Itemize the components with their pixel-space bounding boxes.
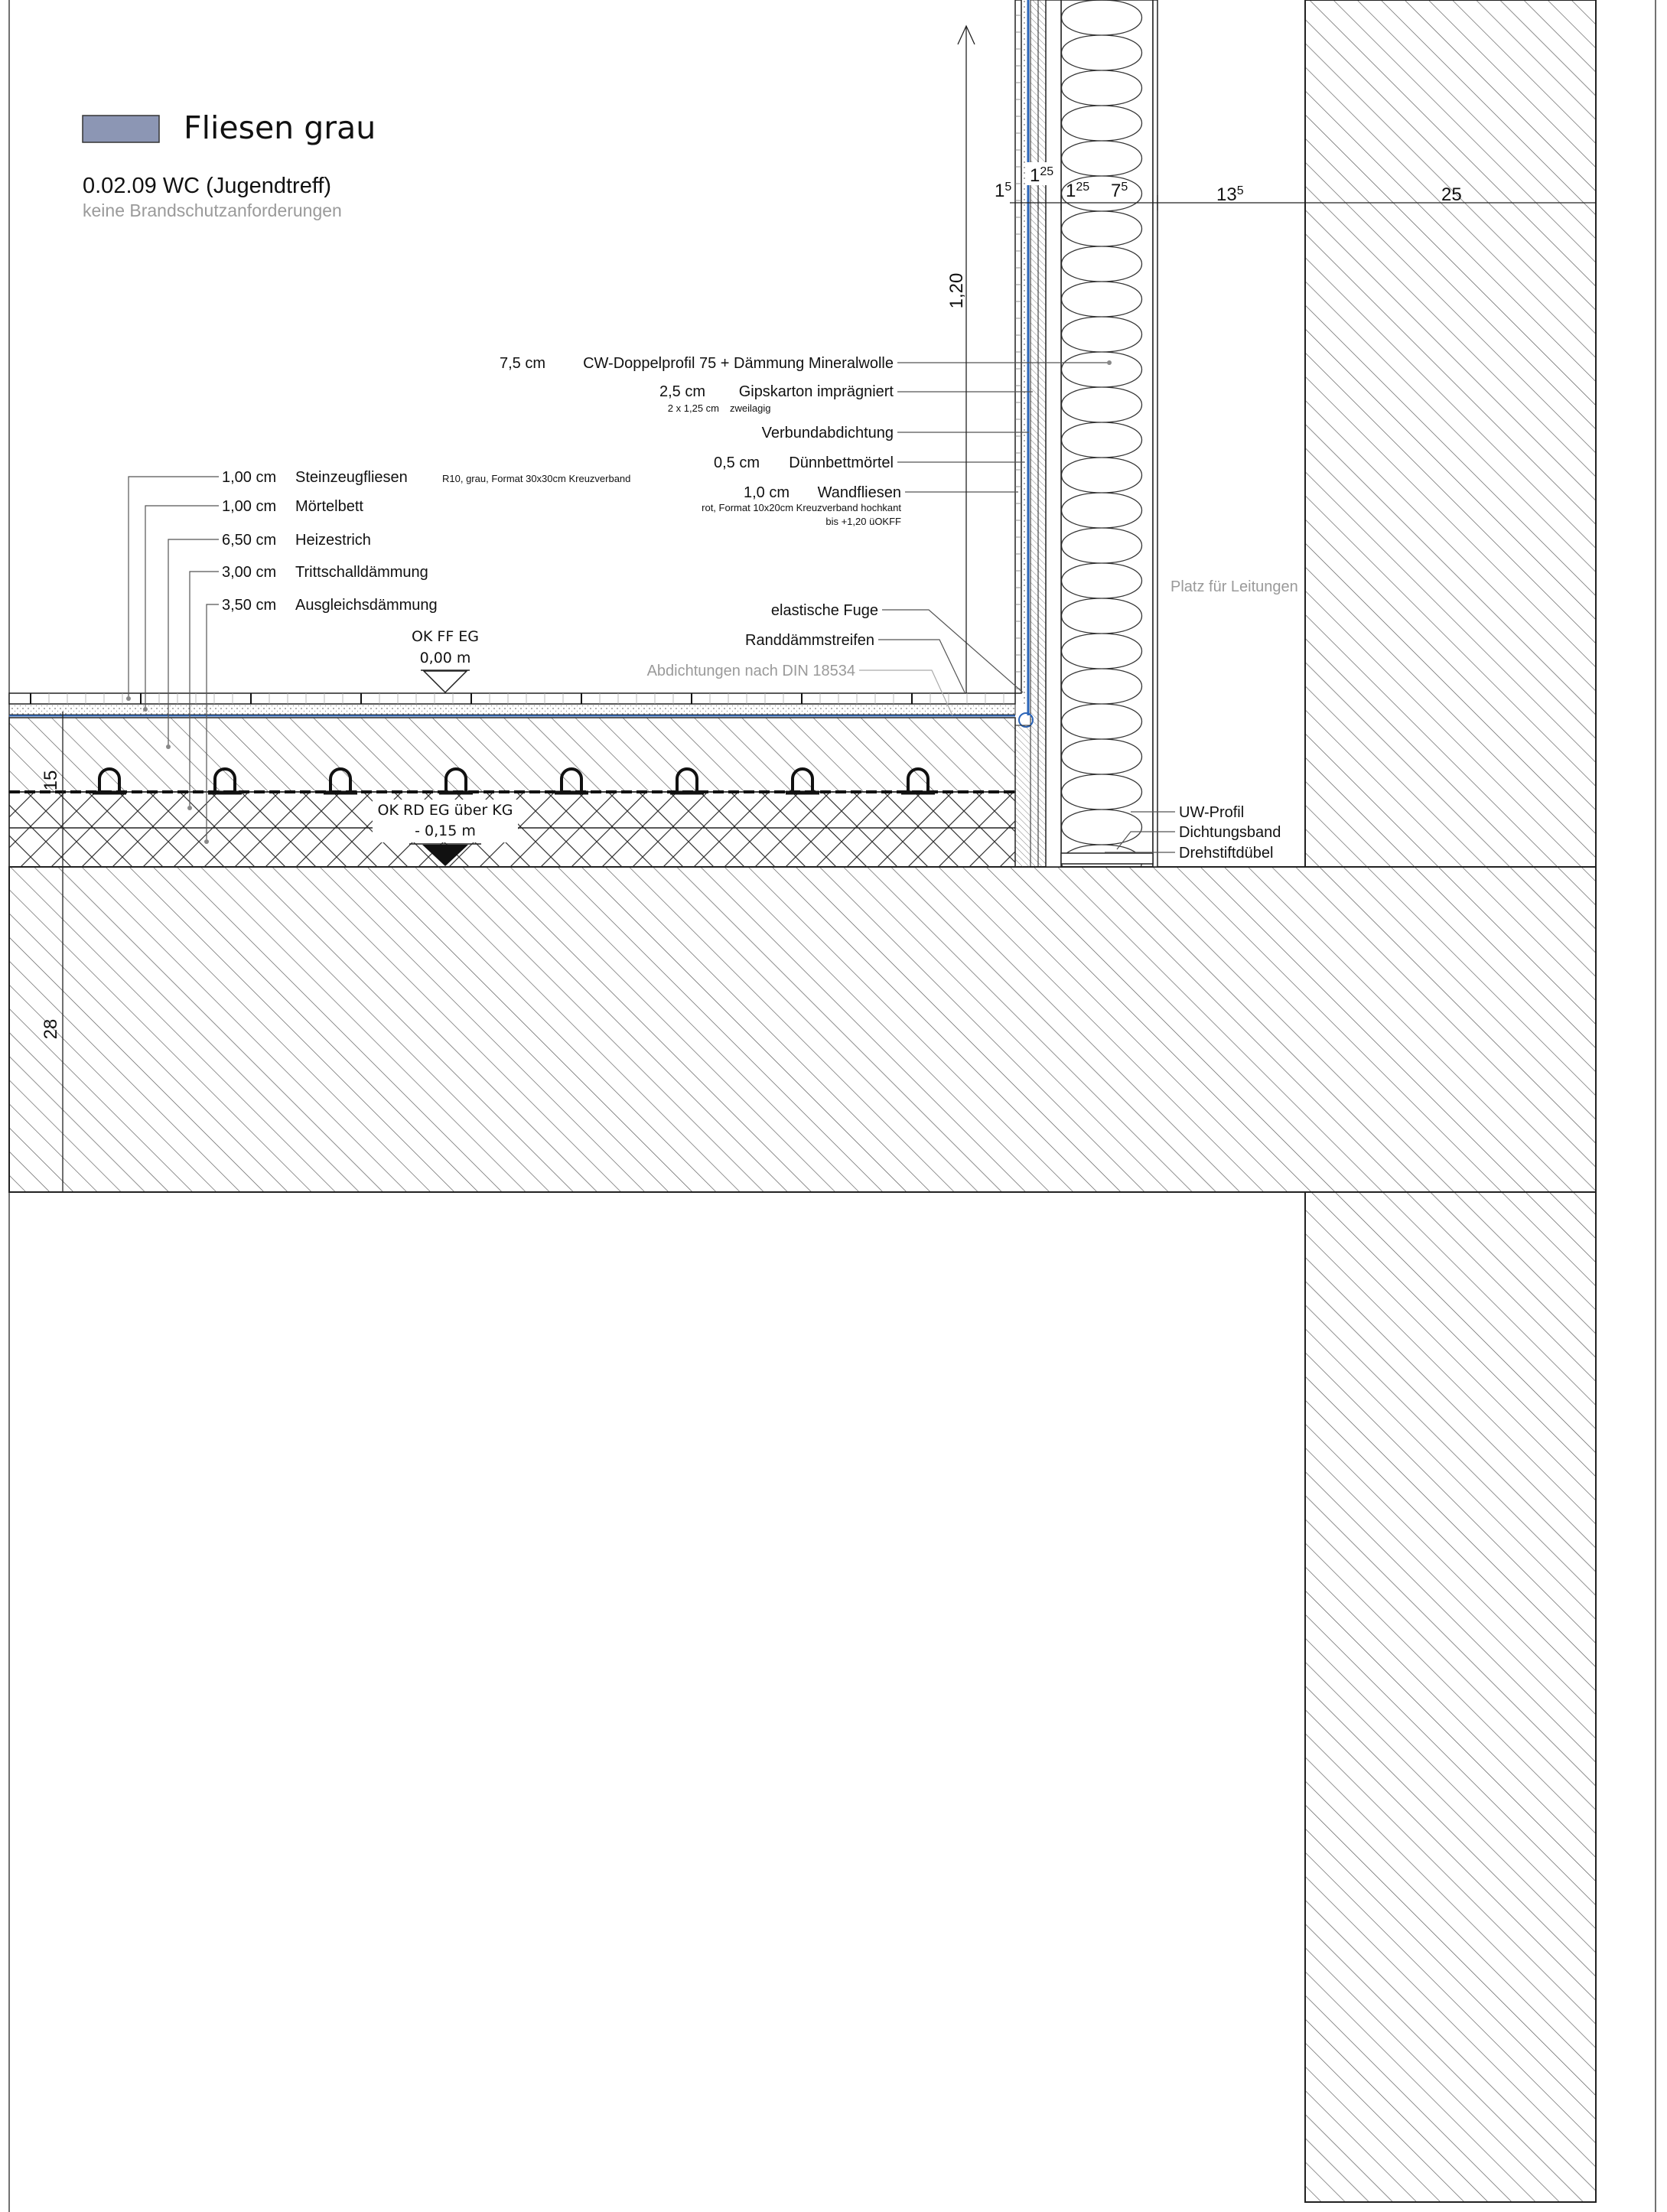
elastic-joint-label: elastische Fuge	[771, 602, 878, 619]
base-part-sealing-tape: Dichtungsband	[1179, 824, 1281, 841]
gypsum-thickness: 2,5 cm	[659, 383, 705, 400]
legend-swatch	[82, 115, 160, 143]
dim-w5: 13	[1216, 184, 1237, 205]
wall-tiles-note-a: rot, Format 10x20cm Kreuzverband hochkan…	[702, 502, 901, 513]
mortar-thickness: 0,5 cm	[714, 454, 760, 471]
dim-w6: 25	[1441, 184, 1462, 205]
dim-w1-sup: 5	[1004, 181, 1011, 194]
gypsum-name: Gipskarton imprägniert	[739, 383, 894, 400]
floor-layer-2-name: Mörtelbett	[295, 498, 363, 515]
floor-layer-4-thickness: 3,00 cm	[222, 564, 276, 581]
gypsum-note-b: zweilagig	[730, 402, 770, 414]
base-part-uw-profile: UW-Profil	[1179, 804, 1244, 821]
dim-w4-sup: 5	[1121, 181, 1128, 194]
drywall	[1014, 0, 1158, 868]
dim-w2: 1	[1030, 165, 1040, 186]
dim-slab: 28	[41, 1019, 61, 1040]
wall-tiles-thickness: 1,0 cm	[744, 484, 790, 501]
construction-detail-drawing: Fliesen grau 0.02.09 WC (Jugendtreff) ke…	[8, 0, 1656, 2212]
dim-floor-buildup: 15	[41, 770, 61, 791]
cw-profile-name: CW-Doppelprofil 75 + Dämmung Mineralwoll…	[583, 355, 894, 372]
mortar-name: Dünnbettmörtel	[789, 454, 894, 471]
room-subtitle: keine Brandschutzanforderungen	[83, 200, 342, 220]
edge-strip-label: Randdämmstreifen	[745, 632, 874, 649]
dim-w1: 1	[995, 181, 1004, 201]
din-note-label: Abdichtungen nach DIN 18534	[647, 663, 855, 679]
dim-w5-sup: 5	[1237, 184, 1244, 197]
floor-layer-1-note: R10, grau, Format 30x30cm Kreuzverband	[442, 473, 630, 484]
level-rd-value: - 0,15 m	[415, 823, 476, 839]
cw-profile-thickness: 7,5 cm	[500, 355, 545, 372]
dim-w3-sup: 25	[1076, 181, 1089, 194]
wall-tiles-note-b: bis +1,20 üOKFF	[825, 516, 901, 527]
floor-layer-3-name: Heizestrich	[295, 532, 371, 549]
gypsum-note-a: 2 x 1,25 cm	[668, 402, 719, 414]
floor-layer-1-thickness: 1,00 cm	[222, 469, 276, 486]
floor-layer-5-name: Ausgleichsdämmung	[295, 597, 438, 614]
floor-layer-1-name: Steinzeugfliesen	[295, 469, 408, 486]
wall-tiles-name: Wandfliesen	[818, 484, 901, 501]
floor-layer-2-thickness: 1,00 cm	[222, 498, 276, 515]
dim-w2-sup: 25	[1040, 165, 1053, 178]
dim-tile-height: 1,20	[946, 273, 967, 309]
service-zone-label: Platz für Leitungen	[1170, 578, 1298, 595]
level-ff-label: OK FF EG	[412, 628, 479, 645]
svg-text:15: 15	[995, 181, 1011, 201]
exterior-wall-upper	[1304, 0, 1597, 868]
floor-layer-5-thickness: 3,50 cm	[222, 597, 276, 614]
dim-w3: 1	[1066, 181, 1076, 201]
room-title: 0.02.09 WC (Jugendtreff)	[83, 174, 331, 198]
seal-name: Verbundabdichtung	[762, 425, 894, 441]
base-part-anchor: Drehstiftdübel	[1179, 845, 1273, 862]
exterior-wall-lower	[1304, 1191, 1597, 2203]
floor-layer-4-name: Trittschalldämmung	[295, 564, 428, 581]
dim-w4: 7	[1111, 181, 1121, 201]
level-rd-label: OK RD EG über KG	[378, 802, 513, 819]
level-ff-value: 0,00 m	[420, 650, 471, 666]
svg-text:135: 135	[1216, 184, 1244, 205]
concrete-slab	[8, 866, 1597, 1193]
legend-label: Fliesen grau	[184, 109, 376, 146]
floor-layer-3-thickness: 6,50 cm	[222, 532, 276, 549]
level-ff: OK FF EG 0,00 m	[412, 628, 479, 694]
